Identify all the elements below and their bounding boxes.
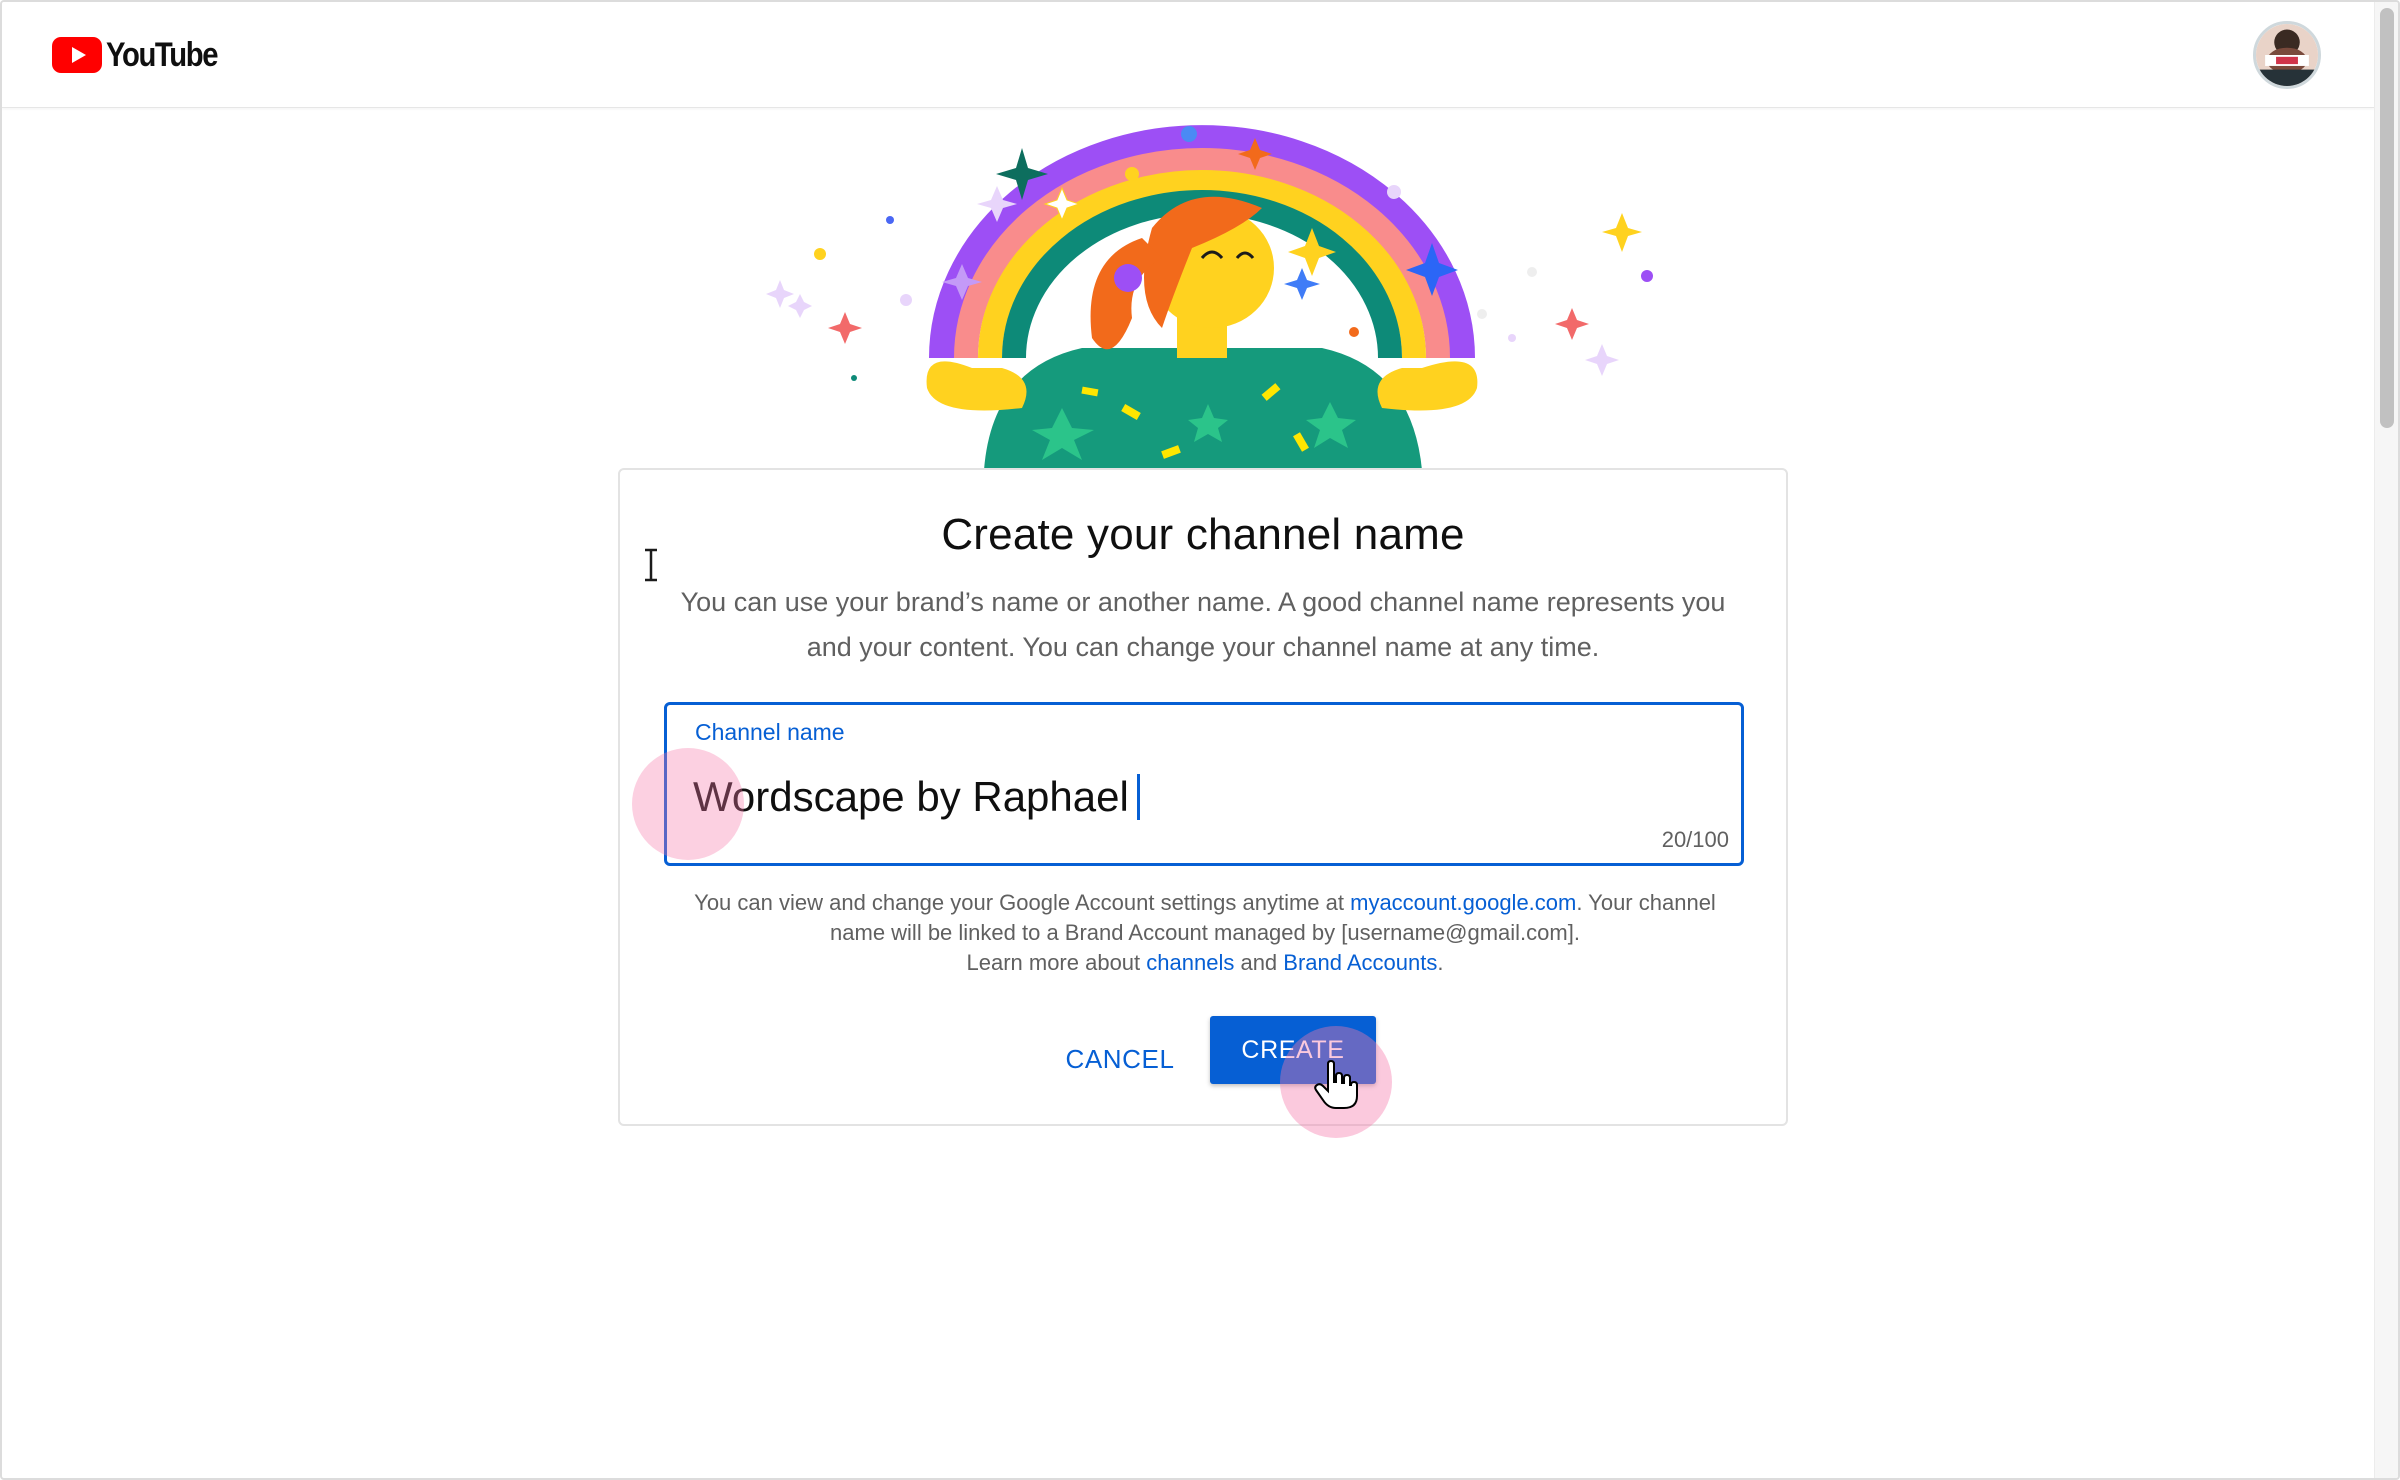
note-text: You can view and change your Google Acco… (694, 890, 1351, 915)
scrollbar-thumb[interactable] (2380, 8, 2394, 428)
create-channel-card: Create your channel name You can use you… (618, 468, 1788, 1138)
channel-name-value: Wordscape by Raphael (693, 773, 1129, 820)
card-description: You can use your brand’s name or another… (680, 587, 1726, 662)
celebration-illustration (722, 118, 1682, 470)
channel-name-input[interactable]: Wordscape by Raphael (693, 773, 1140, 821)
account-note: You can view and change your Google Acco… (680, 888, 1730, 978)
text-caret (1136, 774, 1140, 820)
youtube-play-icon (52, 37, 102, 73)
myaccount-link[interactable]: myaccount.google.com (1350, 890, 1576, 915)
cancel-button[interactable]: CANCEL (1050, 1024, 1190, 1094)
character-counter: 20/100 (1661, 827, 1729, 852)
note-text: . (1437, 950, 1444, 975)
youtube-logo-text: YouTube (106, 35, 218, 74)
click-highlight (632, 748, 744, 860)
youtube-logo[interactable]: YouTube (52, 36, 235, 74)
text-cursor-icon (645, 548, 657, 582)
channels-link[interactable]: channels (1146, 950, 1234, 975)
channel-name-label: Channel name (695, 719, 845, 745)
brand-accounts-link[interactable]: Brand Accounts (1283, 950, 1437, 975)
hand-pointer-icon (1314, 1060, 1358, 1109)
top-bar: YouTube (2, 2, 2374, 108)
channel-name-field[interactable]: Channel name Wordscape by Raphael 20/100 (664, 702, 1744, 866)
note-text: Learn more about (966, 950, 1147, 975)
note-text: and (1234, 950, 1284, 975)
browser-frame: YouTube Create your channel name You can… (0, 0, 2400, 1480)
avatar[interactable] (2253, 21, 2321, 89)
scrollbar[interactable] (2374, 2, 2398, 1478)
card-title: Create your channel name (941, 510, 1465, 559)
